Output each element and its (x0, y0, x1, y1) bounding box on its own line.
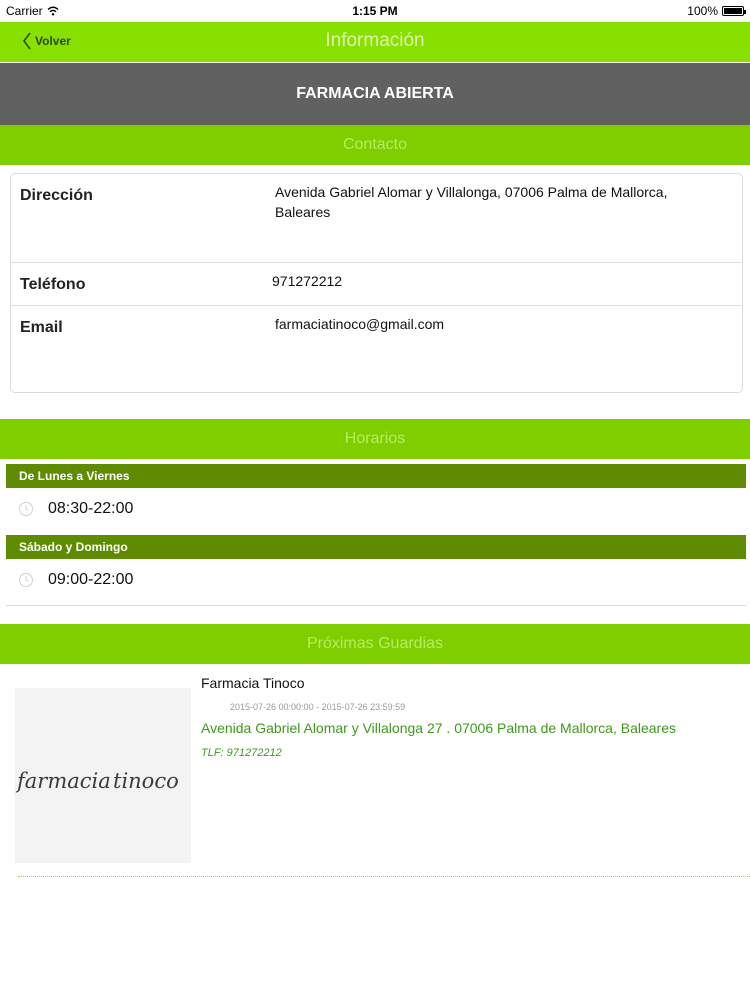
contact-card: Dirección Avenida Gabriel Alomar y Villa… (10, 173, 743, 393)
battery-label: 100% (687, 4, 718, 18)
battery-icon (722, 6, 746, 16)
schedule-weekend-row: 09:00-22:00 (18, 571, 133, 589)
phone-value[interactable]: 971272212 (272, 271, 342, 291)
svg-text:tinoco: tinoco (113, 769, 179, 793)
clock-icon (19, 502, 33, 516)
guardia-phone[interactable]: TLF: 971272212 (201, 747, 282, 759)
guardia-pharmacy-name[interactable]: Farmacia Tinoco (201, 675, 304, 691)
email-label: Email (20, 319, 63, 336)
svg-text:farmacia: farmacia (15, 769, 111, 793)
navigation-bar: Volver Información (0, 22, 750, 62)
guardia-address[interactable]: Avenida Gabriel Alomar y Villalonga 27 .… (201, 720, 676, 736)
page-title: Información (325, 30, 425, 51)
schedule-weekdays-row: 08:30-22:00 (18, 500, 133, 518)
weekday-hours: 08:30-22:00 (48, 500, 134, 517)
open-status-banner: FARMACIA ABIERTA (0, 63, 750, 125)
guardia-dates: 2015-07-26 00:00:00 - 2015-07-26 23:59:5… (230, 702, 406, 712)
status-bar: Carrier 1:15 PM 100% (0, 0, 750, 22)
schedule-section-header: Horarios (0, 419, 750, 459)
guardia-divider (18, 876, 750, 877)
status-time: 1:15 PM (352, 4, 398, 18)
guardias-section-header: Próximas Guardias (0, 624, 750, 664)
pharmacy-logo: farmacia tinoco (15, 688, 191, 863)
battery-group: 100% (687, 4, 746, 18)
schedule-weekend-header: Sábado y Domingo (6, 535, 746, 559)
address-label: Dirección (20, 187, 93, 204)
email-value[interactable]: farmaciatinoco@gmail.com (275, 314, 444, 334)
contact-row-address: Dirección Avenida Gabriel Alomar y Villa… (11, 174, 742, 262)
schedule-divider (6, 605, 746, 606)
weekend-hours: 09:00-22:00 (48, 571, 134, 588)
contact-section-header: Contacto (0, 125, 750, 165)
schedule-weekdays-header: De Lunes a Viernes (6, 464, 746, 488)
contact-row-phone[interactable]: Teléfono 971272212 (11, 263, 742, 305)
pharmacy-logo-image: farmacia tinoco (15, 769, 179, 793)
clock-icon (19, 573, 33, 587)
contact-row-email[interactable]: Email farmaciatinoco@gmail.com (11, 306, 742, 392)
phone-label: Teléfono (20, 276, 86, 293)
address-value: Avenida Gabriel Alomar y Villalonga, 070… (275, 184, 668, 220)
